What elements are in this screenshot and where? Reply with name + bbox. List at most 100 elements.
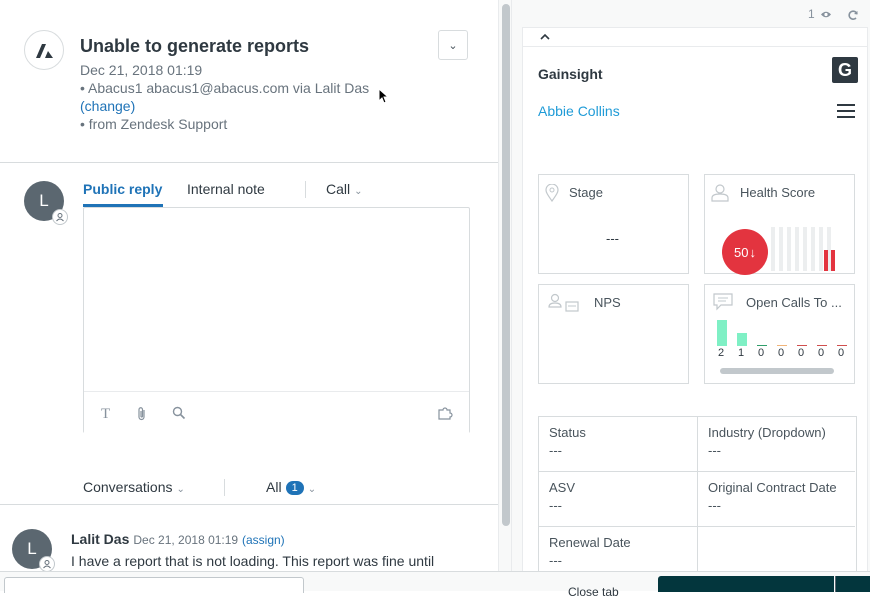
- chevron-down-icon: ⌄: [448, 39, 458, 52]
- person-icon: [711, 184, 729, 202]
- field-value: ---: [549, 553, 562, 568]
- source-line: • from Zendesk Support: [80, 116, 228, 132]
- conversations-divider: [0, 504, 498, 505]
- refresh-icon[interactable]: [847, 9, 859, 21]
- open-calls-zero-bar: [777, 345, 787, 346]
- open-calls-count-label: 0: [778, 347, 785, 359]
- chevron-down-icon: ⌄: [354, 186, 363, 197]
- field-label: Industry (Dropdown): [708, 425, 826, 440]
- open-calls-bar: [737, 333, 747, 346]
- arrow-down-icon: ↓: [749, 244, 756, 260]
- field-original-contract-date: Original Contract Date ---: [697, 472, 855, 527]
- conversation-count-badge: 1: [285, 481, 304, 496]
- all-filter[interactable]: All 1 ⌄: [266, 479, 316, 496]
- health-trend-bar-current: [831, 250, 835, 271]
- app-collapse-bar[interactable]: [522, 27, 868, 47]
- customer-name-link[interactable]: Abbie Collins: [538, 103, 620, 119]
- close-tab-button[interactable]: Close tab: [568, 585, 619, 599]
- reply-editor[interactable]: T: [83, 207, 470, 433]
- stage-label: Stage: [569, 185, 603, 200]
- field-industry: Industry (Dropdown) ---: [697, 417, 855, 472]
- open-calls-count-label: 0: [798, 347, 805, 359]
- submit-button[interactable]: [658, 576, 834, 592]
- requester-line: • Abacus1 abacus1@abacus.com via Lalit D…: [80, 80, 370, 96]
- open-calls-count-label: 1: [738, 347, 745, 359]
- field-asv: ASV ---: [539, 472, 697, 527]
- agent-role-icon: [52, 209, 68, 225]
- stage-value: ---: [606, 231, 619, 246]
- open-calls-zero-bar: [797, 345, 807, 346]
- open-calls-card[interactable]: Open Calls To ... 2100000: [704, 284, 855, 384]
- field-value: ---: [708, 443, 721, 458]
- customer-fields-table: Status --- Industry (Dropdown) --- ASV -…: [538, 416, 857, 582]
- message-body: I have a report that is not loading. Thi…: [71, 553, 435, 569]
- brand-logo-icon: [36, 44, 53, 58]
- stage-card[interactable]: Stage ---: [538, 174, 689, 274]
- survey-icon: [548, 293, 579, 312]
- ticket-scrollbar[interactable]: [498, 0, 512, 572]
- chart-scrollbar[interactable]: [720, 368, 834, 374]
- field-label: Original Contract Date: [708, 480, 837, 495]
- field-status: Status ---: [539, 417, 697, 472]
- chevron-up-icon[interactable]: [540, 33, 550, 40]
- health-score-card[interactable]: Health Score 50 ↓: [704, 174, 855, 275]
- attachment-icon[interactable]: [136, 406, 148, 424]
- field-label: ASV: [549, 480, 576, 495]
- avatar-initial: L: [39, 191, 49, 210]
- search-icon[interactable]: [172, 406, 186, 423]
- message-date: Dec 21, 2018 01:19: [133, 533, 239, 547]
- field-value: ---: [708, 498, 721, 513]
- viewers-count: 1: [808, 7, 815, 21]
- tab-internal-note[interactable]: Internal note: [187, 181, 265, 197]
- open-calls-zero-bar: [837, 345, 847, 346]
- filter-separator: [224, 479, 225, 496]
- change-requester-link[interactable]: (change): [80, 98, 135, 114]
- conversations-filter[interactable]: Conversations ⌄: [83, 479, 185, 495]
- health-score-label: Health Score: [740, 185, 816, 200]
- health-score-value: 50: [734, 244, 749, 260]
- text-format-icon[interactable]: T: [101, 406, 110, 423]
- eye-icon: [821, 12, 832, 18]
- tab-separator: [305, 181, 306, 198]
- gainsight-logo: G: [832, 57, 858, 83]
- ticket-title: Unable to generate reports: [80, 36, 310, 56]
- chevron-down-icon: ⌄: [176, 484, 185, 495]
- open-calls-count-label: 0: [758, 347, 765, 359]
- ticket-options-button[interactable]: ⌄: [438, 30, 468, 60]
- menu-icon[interactable]: [837, 104, 855, 118]
- all-label: All: [266, 479, 282, 495]
- assign-link[interactable]: (assign): [242, 533, 285, 547]
- message-author: Lalit Das: [71, 531, 130, 547]
- tab-public-reply[interactable]: Public reply: [83, 181, 162, 197]
- health-trend-bar: [771, 227, 775, 271]
- call-dropdown[interactable]: Call ⌄: [326, 181, 363, 197]
- app-title: Gainsight: [538, 66, 603, 82]
- open-calls-zero-bar: [817, 345, 827, 346]
- nps-label: NPS: [594, 295, 621, 310]
- health-trend-bar: [803, 227, 807, 271]
- health-trend-bar: [819, 227, 823, 271]
- health-trend-bar: [779, 227, 783, 271]
- call-label: Call: [326, 181, 351, 197]
- nps-card[interactable]: NPS: [538, 284, 689, 384]
- open-calls-count-label: 2: [718, 347, 725, 359]
- ticket-date: Dec 21, 2018 01:19: [80, 62, 203, 78]
- open-calls-count-label: 0: [818, 347, 825, 359]
- submit-options-button[interactable]: [835, 576, 870, 592]
- location-pin-icon: [545, 184, 559, 202]
- brand-logo: [24, 30, 64, 70]
- health-trend-bar: [787, 227, 791, 271]
- conversations-label: Conversations: [83, 479, 173, 495]
- open-calls-zero-bar: [757, 345, 767, 346]
- ticket-pane: Unable to generate reports ⌄ Dec 21, 201…: [0, 0, 498, 591]
- field-value: ---: [549, 498, 562, 513]
- open-calls-count-label: 0: [838, 347, 845, 359]
- editor-toolbar: T: [84, 391, 469, 433]
- health-trend-bar-current: [824, 250, 828, 271]
- scrollbar-thumb[interactable]: [502, 4, 510, 526]
- health-score-badge: 50 ↓: [722, 229, 768, 275]
- open-calls-bar: [717, 320, 727, 346]
- puzzle-icon[interactable]: [438, 406, 455, 423]
- field-label: Status: [549, 425, 586, 440]
- author-role-icon: [39, 556, 55, 572]
